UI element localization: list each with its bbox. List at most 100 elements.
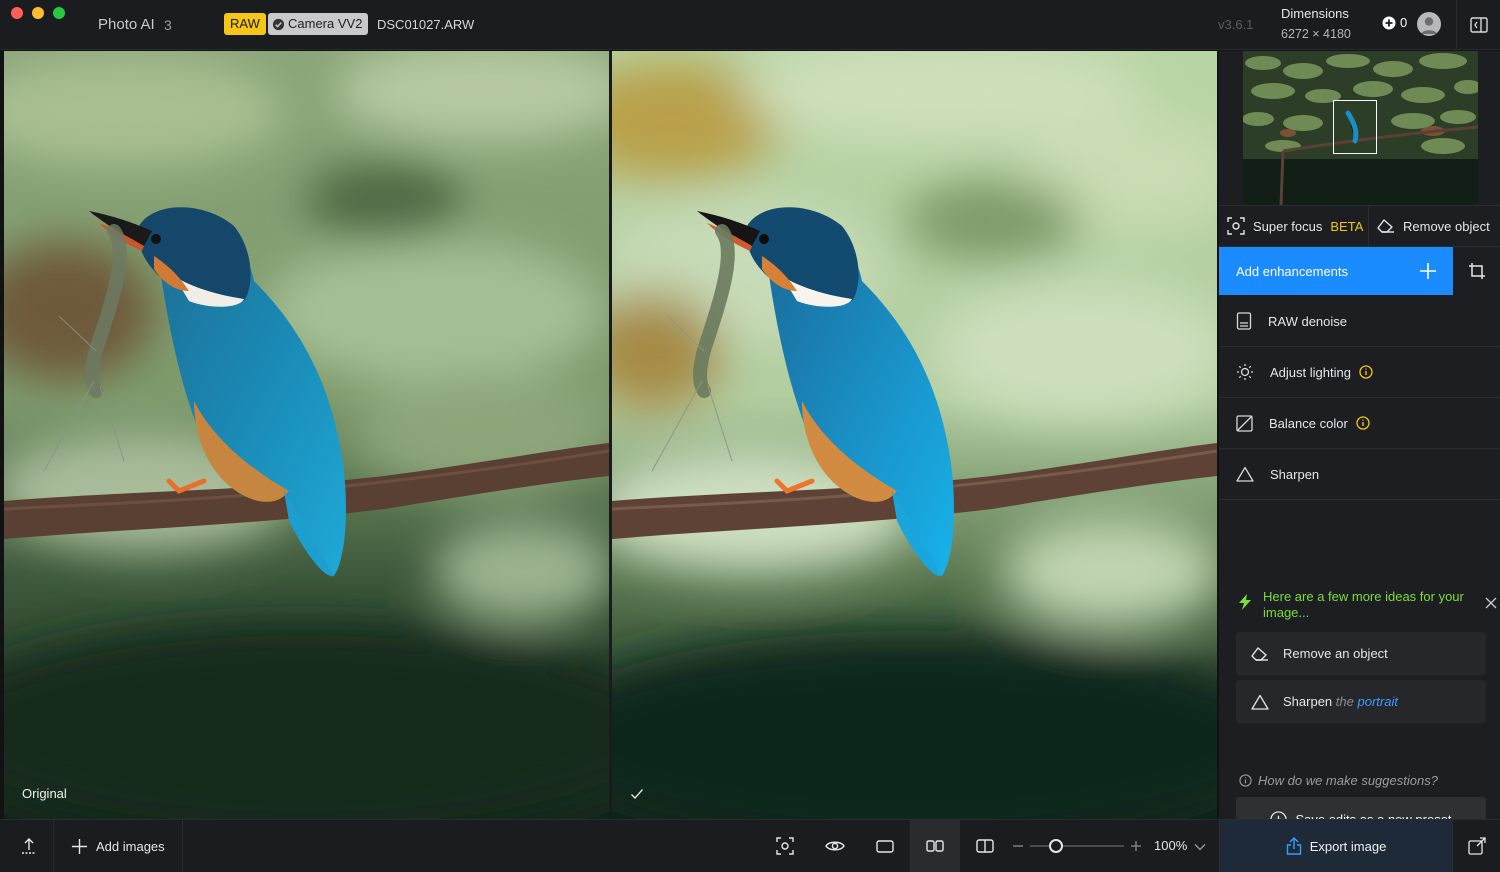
eye-icon [825, 841, 845, 851]
chevron-down-icon [1194, 844, 1206, 851]
super-focus-label: Super focus [1253, 218, 1323, 234]
camera-badge[interactable]: Camera VV2 [268, 13, 369, 35]
check-circle-icon [272, 18, 285, 30]
zoom-out-icon[interactable] [1012, 840, 1024, 852]
enhancement-label: Adjust lighting [1270, 364, 1351, 380]
ideas-header: Here are a few more ideas for your image… [1237, 589, 1492, 621]
original-photo [4, 51, 609, 819]
side-by-side-icon [926, 840, 944, 852]
sidebar-toggle-icon [1469, 17, 1488, 33]
original-image-pane[interactable]: Original [4, 51, 609, 819]
split-view-button[interactable] [960, 820, 1010, 872]
single-view-icon [876, 839, 894, 853]
zoom-slider[interactable] [1030, 839, 1124, 853]
navigator-viewport-box[interactable] [1333, 100, 1377, 154]
build-version: v3.6.1 [1218, 17, 1254, 32]
user-icon [1421, 17, 1437, 34]
focus-icon [1227, 217, 1245, 235]
add-enhancements-button[interactable]: Add enhancements [1219, 247, 1453, 295]
window-minimize-button[interactable] [32, 7, 44, 19]
single-view-button[interactable] [860, 820, 910, 872]
upload-button[interactable] [4, 820, 54, 872]
lightning-icon [1239, 594, 1251, 610]
add-enhancements-label: Add enhancements [1236, 263, 1349, 279]
add-enhancements-row: Add enhancements [1219, 247, 1500, 295]
add-images-button[interactable]: Add images [55, 820, 183, 872]
eraser-icon [1251, 646, 1268, 661]
zoom-dropdown-chevron[interactable] [1194, 839, 1206, 854]
export-options-icon [1467, 837, 1486, 855]
info-icon[interactable] [1356, 416, 1370, 430]
tool-row: Super focus BETA Remove object [1219, 205, 1500, 247]
super-focus-button[interactable]: Super focus BETA [1219, 206, 1369, 246]
window-close-button[interactable] [11, 7, 23, 19]
suggestion-accent-text: portrait [1357, 694, 1398, 709]
close-ideas-button[interactable] [1485, 597, 1497, 612]
title-bar: Photo AI 3 RAW Camera VV2 DSC01027.ARW v… [0, 0, 1500, 50]
enhancement-adjust-lighting[interactable]: Adjust lighting [1219, 347, 1500, 398]
focus-icon [776, 837, 794, 855]
suggestion-remove-object[interactable]: Remove an object [1236, 632, 1486, 675]
credits-icon [1382, 16, 1396, 29]
sun-icon [1237, 364, 1253, 380]
beta-tag: BETA [1330, 218, 1364, 234]
crop-button[interactable] [1453, 247, 1500, 295]
ideas-heading: Here are a few more ideas for your image… [1263, 589, 1464, 620]
export-image-button[interactable]: Export image [1219, 820, 1452, 872]
raw-badge: RAW [224, 13, 266, 35]
suggestion-label: Remove an object [1283, 646, 1388, 661]
user-avatar[interactable] [1417, 12, 1441, 36]
crop-icon [1468, 263, 1485, 279]
triangle-icon [1236, 466, 1254, 482]
plus-icon [1420, 263, 1436, 279]
enhancement-label: Sharpen [1270, 466, 1320, 482]
raw-denoise-icon [1236, 312, 1252, 330]
app-title: Photo AI [98, 16, 155, 33]
export-options-button[interactable] [1452, 820, 1500, 872]
enhancement-raw-denoise[interactable]: RAW denoise [1219, 296, 1500, 347]
panel-toggle-button[interactable] [1456, 0, 1500, 50]
triangle-icon [1251, 694, 1269, 710]
enhancement-panel: Super focus BETA Remove object Add enhan… [1219, 51, 1500, 841]
info-icon[interactable] [1359, 365, 1373, 379]
zoom-in-icon[interactable] [1130, 840, 1142, 852]
bottom-toolbar: Add images 100% Export image [0, 819, 1500, 872]
upload-icon [21, 838, 36, 854]
remove-object-button[interactable]: Remove object [1369, 206, 1490, 246]
camera-badge-label: Camera VV2 [288, 16, 363, 31]
dimensions-value: 6272 × 4180 [1281, 27, 1351, 41]
zoom-level[interactable]: 100% [1154, 838, 1187, 853]
eraser-icon [1377, 219, 1394, 233]
enhanced-image-pane[interactable] [612, 51, 1217, 819]
enhancement-balance-color[interactable]: Balance color [1219, 398, 1500, 449]
zoom-slider-handle[interactable] [1049, 839, 1064, 853]
preview-focus-button[interactable] [760, 820, 810, 872]
credits-count: 0 [1400, 15, 1408, 30]
plus-icon [71, 838, 88, 854]
how-suggestions-label: How do we make suggestions? [1258, 773, 1438, 788]
enhancement-label: Balance color [1269, 415, 1348, 431]
enhancement-label: RAW denoise [1268, 313, 1347, 329]
file-name: DSC01027.ARW [377, 17, 475, 32]
preview-toggle-button[interactable] [810, 820, 860, 872]
window-zoom-button[interactable] [53, 7, 65, 19]
original-label: Original [22, 786, 67, 801]
info-icon [1239, 774, 1252, 787]
how-suggestions-link[interactable]: How do we make suggestions? [1239, 773, 1438, 788]
suggestion-label: Sharpen [1283, 694, 1333, 709]
enhanced-photo [612, 51, 1217, 819]
export-image-label: Export image [1309, 838, 1387, 854]
remove-object-label: Remove object [1403, 218, 1490, 234]
balance-color-icon [1236, 414, 1253, 432]
close-icon [1485, 597, 1497, 609]
navigator-thumbnail[interactable] [1243, 51, 1478, 205]
credits-counter[interactable]: 0 [1382, 15, 1407, 30]
enhancement-list: RAW denoise Adjust lighting Balance colo… [1219, 296, 1500, 500]
enhancement-sharpen[interactable]: Sharpen [1219, 449, 1500, 500]
split-view-icon [976, 839, 994, 853]
suggestion-sharpen-portrait[interactable]: Sharpen the portrait [1236, 680, 1486, 723]
suggestion-muted-text: the [1335, 694, 1354, 709]
side-by-side-view-button[interactable] [910, 820, 960, 872]
enhanced-check-icon [630, 788, 644, 803]
add-images-label: Add images [96, 838, 165, 854]
